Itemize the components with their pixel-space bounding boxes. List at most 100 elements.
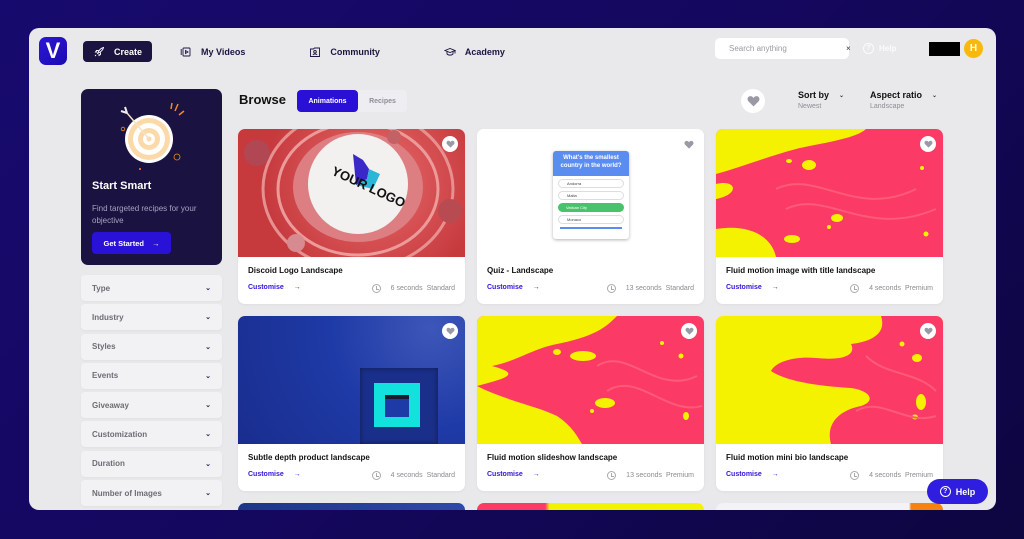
customise-link[interactable]: Customise → — [248, 471, 301, 478]
clock-icon — [607, 471, 617, 480]
favorite-toggle[interactable] — [920, 323, 936, 339]
tab-recipes[interactable]: Recipes — [358, 90, 407, 112]
card-duration: 6 seconds — [390, 285, 423, 292]
template-card[interactable]: Subtle depth product landscape Customise… — [238, 316, 465, 491]
filter-label: Giveaway — [92, 400, 129, 410]
search-input[interactable] — [729, 44, 839, 53]
card-thumbnail[interactable]: What's the smallest country in the world… — [477, 129, 704, 257]
card-tier: Premium — [665, 472, 694, 479]
card-thumbnail[interactable] — [477, 316, 704, 444]
card-meta: 6 seconds Standard — [371, 284, 455, 293]
card-thumbnail[interactable] — [716, 316, 943, 444]
clear-search-icon[interactable]: × — [846, 44, 851, 53]
template-card[interactable]: Fluid motion slideshow landscape Customi… — [477, 316, 704, 491]
chevron-down-icon: ⌄ — [205, 402, 211, 410]
favorites-button[interactable] — [741, 89, 765, 113]
clock-icon — [850, 284, 860, 293]
favorite-toggle[interactable] — [681, 323, 697, 339]
filter-giveaway[interactable]: Giveaway ⌄ — [81, 392, 222, 419]
customise-link[interactable]: Customise → — [726, 471, 779, 478]
nav-academy[interactable]: Academy — [434, 41, 515, 62]
favorite-toggle[interactable] — [442, 136, 458, 152]
heart-icon — [446, 327, 454, 335]
favorite-toggle[interactable] — [681, 136, 697, 152]
chevron-down-icon: ⌄ — [205, 343, 211, 351]
card-meta: 13 seconds Standard — [606, 284, 694, 293]
card-title: Fluid motion mini bio landscape — [726, 453, 849, 462]
card-title: Quiz - Landscape — [487, 266, 554, 275]
chevron-down-icon: ⌄ — [205, 460, 211, 468]
quiz-option-correct: Vatican City — [558, 203, 624, 212]
nav-my-videos-label: My Videos — [201, 46, 246, 57]
card-tier: Standard — [426, 472, 455, 479]
filter-duration[interactable]: Duration ⌄ — [81, 450, 222, 477]
template-card-partial[interactable] — [477, 503, 704, 510]
chevron-down-icon: ⌄ — [205, 431, 211, 439]
customise-label: Customise — [487, 471, 523, 478]
customise-label: Customise — [726, 284, 762, 291]
heart-icon — [684, 140, 694, 149]
aspect-ratio-label: Aspect ratio — [870, 90, 923, 100]
favorite-toggle[interactable] — [920, 136, 936, 152]
card-thumbnail[interactable]: YOUR LOGO — [238, 129, 465, 257]
card-duration: 4 seconds — [869, 472, 901, 479]
filter-label: Styles — [92, 342, 116, 352]
template-card[interactable]: YOUR LOGO Discoid Logo Landscape Customi… — [238, 129, 465, 304]
app-logo[interactable]: V — [39, 37, 67, 65]
search-bar: × — [715, 38, 851, 59]
chevron-down-icon: ⌄ — [205, 372, 211, 380]
favorite-toggle[interactable] — [442, 323, 458, 339]
heart-icon — [747, 96, 759, 107]
nav-my-videos[interactable]: My Videos — [170, 41, 255, 62]
video-library-icon — [180, 47, 191, 56]
heart-icon — [685, 327, 693, 335]
user-avatar[interactable]: H — [964, 39, 983, 58]
card-thumbnail[interactable] — [238, 316, 465, 444]
arrow-right-icon: → — [771, 284, 779, 291]
card-meta: 4 seconds Standard — [371, 471, 455, 480]
filter-styles[interactable]: Styles ⌄ — [81, 333, 222, 360]
filter-label: Number of Images — [92, 488, 162, 498]
filter-events[interactable]: Events ⌄ — [81, 362, 222, 389]
aspect-ratio-dropdown[interactable]: Aspect ratio ⌄ Landscape — [870, 90, 937, 110]
filter-list: Type ⌄ Industry ⌄ Styles ⌄ Events ⌄ Giveaway… — [81, 275, 222, 509]
nav-create[interactable]: Create — [83, 41, 153, 62]
clock-icon — [371, 284, 381, 293]
help-link[interactable]: ? Help — [863, 43, 896, 54]
template-card[interactable]: What's the smallest country in the world… — [477, 129, 704, 304]
filter-number-of-images[interactable]: Number of Images ⌄ — [81, 480, 222, 507]
help-button[interactable]: ? Help — [927, 479, 988, 504]
template-card[interactable]: Fluid motion image with title landscape … — [716, 129, 943, 304]
clock-icon — [606, 284, 616, 293]
template-card[interactable]: Fluid motion mini bio landscape Customis… — [716, 316, 943, 491]
chevron-down-icon: ⌄ — [839, 92, 845, 99]
arrow-right-icon: → — [293, 284, 301, 291]
filter-customization[interactable]: Customization ⌄ — [81, 421, 222, 448]
card-title: Fluid motion image with title landscape — [726, 266, 876, 275]
help-link-label: Help — [879, 44, 897, 53]
filter-type[interactable]: Type ⌄ — [81, 275, 222, 301]
start-smart-card: Start Smart Find targeted recipes for yo… — [81, 89, 222, 265]
nav-community[interactable]: Community — [299, 41, 390, 62]
logo-disc-illustration-icon: YOUR LOGO — [244, 129, 462, 257]
card-meta: 13 seconds Premium — [607, 471, 694, 480]
customise-link[interactable]: Customise → — [487, 284, 540, 291]
template-card-partial[interactable] — [716, 503, 943, 510]
help-button-label: Help — [955, 486, 976, 497]
arrow-right-icon: → — [293, 471, 301, 478]
nav-create-label: Create — [114, 46, 143, 57]
tab-animations[interactable]: Animations — [297, 90, 358, 112]
get-started-button[interactable]: Get Started → — [92, 232, 171, 254]
template-card-partial[interactable] — [238, 503, 465, 510]
promo-title: Start Smart — [92, 180, 152, 192]
card-thumbnail[interactable] — [716, 129, 943, 257]
customise-link[interactable]: Customise → — [487, 471, 540, 478]
quiz-option: Monaco — [558, 215, 624, 224]
filter-label: Events — [92, 371, 119, 381]
customise-link[interactable]: Customise → — [726, 284, 779, 291]
card-duration: 4 seconds — [869, 285, 901, 292]
customise-label: Customise — [248, 471, 284, 478]
filter-industry[interactable]: Industry ⌄ — [81, 304, 222, 331]
customise-link[interactable]: Customise → — [248, 284, 301, 291]
sort-by-dropdown[interactable]: Sort by ⌄ Newest — [798, 90, 844, 110]
